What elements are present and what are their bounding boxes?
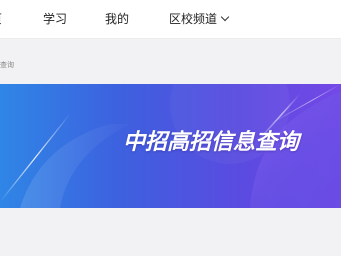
banner-title: 中招高招信息查询 xyxy=(123,129,300,154)
nav-item-district-channel[interactable]: 区校频道 xyxy=(169,10,230,27)
nav-item-district-channel-label: 区校频道 xyxy=(169,12,218,26)
page: 页 学习 我的 区校频道 查询 xyxy=(0,0,341,256)
nav-item-study[interactable]: 学习 xyxy=(43,10,67,27)
nav-item-home[interactable]: 页 xyxy=(0,10,2,27)
nav-item-mine[interactable]: 我的 xyxy=(105,10,129,27)
top-navigation: 页 学习 我的 区校频道 xyxy=(0,0,341,39)
chevron-down-icon xyxy=(220,12,230,22)
breadcrumb[interactable]: 查询 xyxy=(0,60,14,70)
